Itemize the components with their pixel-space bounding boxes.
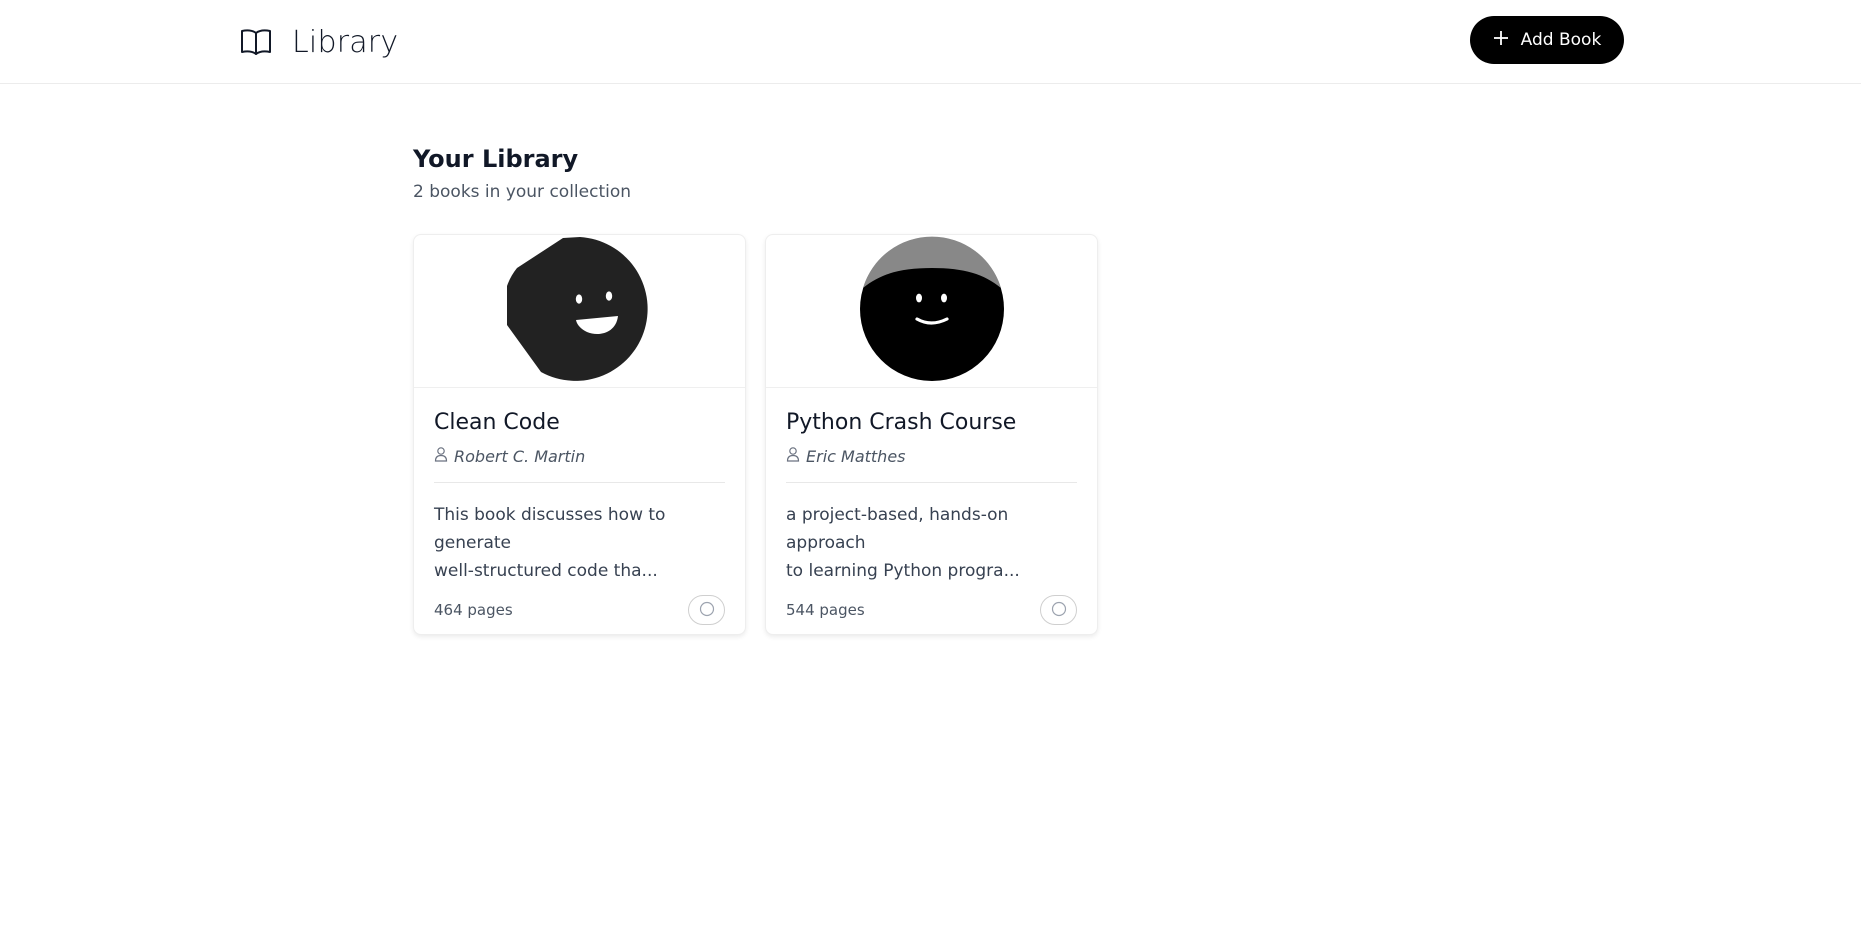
- description-line: a project-based, hands-on approach: [786, 505, 1009, 553]
- book-title[interactable]: Clean Code: [434, 410, 725, 436]
- add-book-label: Add Book: [1520, 30, 1602, 50]
- library-header: Your Library 2 books in your collection: [413, 144, 631, 202]
- divider: [434, 482, 725, 483]
- user-icon: [434, 446, 448, 466]
- user-icon: [786, 446, 800, 466]
- card-footer: 544 pages: [786, 595, 1077, 625]
- page-count: 464 pages: [434, 601, 513, 619]
- circle-icon: [1051, 601, 1067, 620]
- book-cover: [414, 235, 745, 388]
- open-book-icon: [240, 28, 272, 56]
- book-author: Robert C. Martin: [434, 446, 725, 466]
- divider: [786, 482, 1077, 483]
- author-name: Robert C. Martin: [454, 446, 586, 466]
- card-footer: 464 pages: [434, 595, 725, 625]
- collection-count: 2 books in your collection: [413, 182, 632, 202]
- brand[interactable]: Library: [240, 22, 398, 62]
- book-card[interactable]: Python Crash Course Eric Matthes a proje…: [765, 234, 1098, 635]
- add-book-button[interactable]: Add Book: [1470, 16, 1624, 64]
- description-line: to learning Python progra...: [786, 561, 1020, 581]
- top-nav-bar: Library Add Book: [0, 0, 1861, 84]
- book-author: Eric Matthes: [786, 446, 1077, 466]
- app-title: Library: [292, 24, 399, 60]
- book-description: a project-based, hands-on approach to le…: [786, 501, 1077, 581]
- smiling-face-avatar-icon: [506, 236, 653, 386]
- book-card[interactable]: Clean Code Robert C. Martin This book di…: [413, 234, 746, 635]
- book-description: This book discusses how to generate well…: [434, 501, 725, 581]
- book-title[interactable]: Python Crash Course: [786, 410, 1077, 436]
- page-title: Your Library: [413, 145, 579, 173]
- description-line: This book discusses how to generate: [434, 505, 666, 553]
- author-name: Eric Matthes: [806, 446, 906, 466]
- description-line: well-structured code tha...: [434, 561, 658, 581]
- page-count: 544 pages: [786, 601, 865, 619]
- circle-icon: [699, 601, 715, 620]
- plus-icon: [1493, 30, 1509, 51]
- smiling-face-avatar-icon: [859, 236, 1005, 386]
- read-status-toggle[interactable]: [1040, 595, 1077, 625]
- book-cover: [766, 235, 1097, 388]
- read-status-toggle[interactable]: [688, 595, 725, 625]
